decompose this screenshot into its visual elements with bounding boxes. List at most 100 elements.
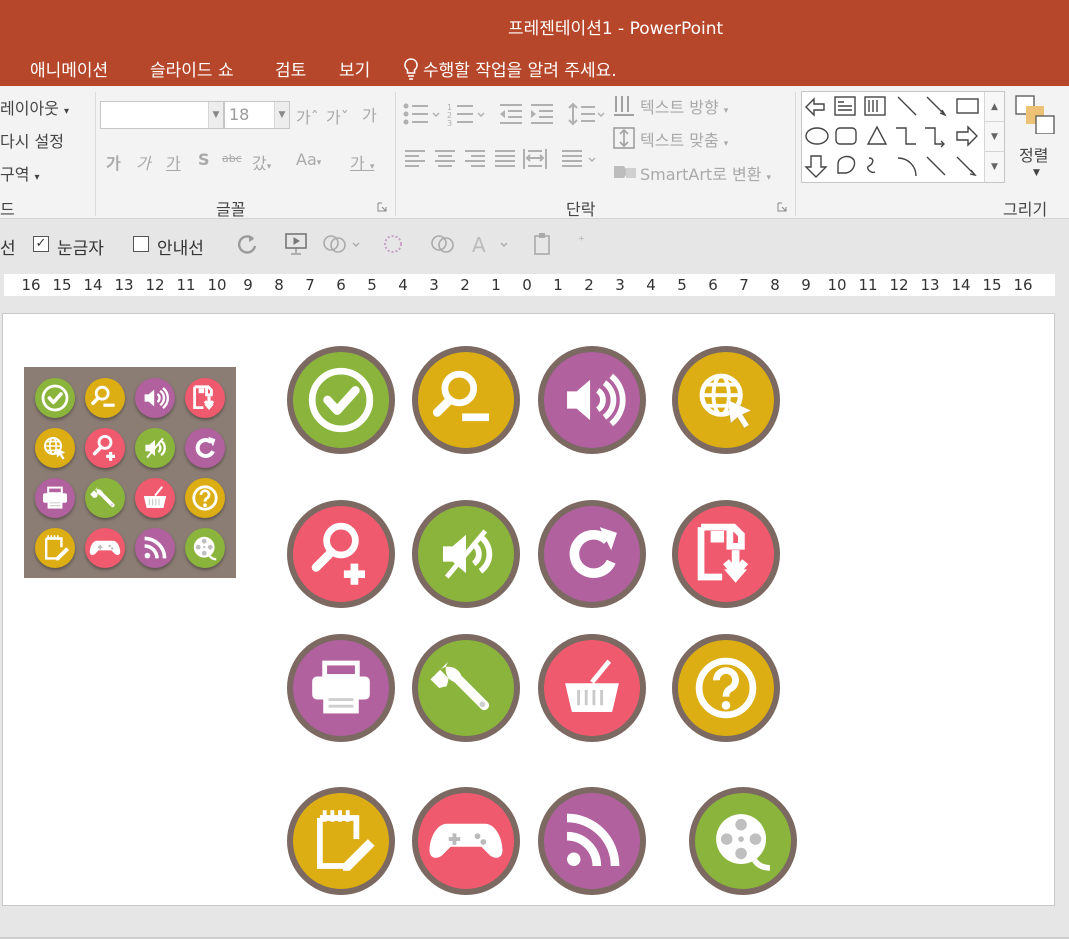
arrange-button[interactable]: 정렬 (1019, 142, 1048, 166)
italic-button[interactable]: 가 (136, 150, 151, 174)
notepad-icon-art (317, 810, 375, 871)
arrange-dropdown-icon[interactable]: ▼ (1033, 168, 1040, 178)
tell-me-box[interactable]: 수행할 작업을 알려 주세요. (403, 56, 617, 81)
gridlines-checkbox[interactable]: ✓ (33, 236, 49, 252)
text-direction-label: 텍스트 방향 (640, 98, 719, 117)
text-direction-button[interactable]: 텍스트 방향 ▾ (640, 94, 728, 118)
horizontal-ruler[interactable]: 16 15 14 13 12 11 10 9 8 7 6 5 4 3 2 1 0 1 2 3 4 5 6 7 8 9 10 11 12 1… (4, 274, 1055, 296)
ruler-tick-label: 15 (52, 276, 72, 294)
shape-effects-icon[interactable] (430, 232, 456, 256)
basket-icon[interactable] (538, 634, 646, 742)
slideshow-icon[interactable] (284, 232, 310, 256)
gamepad-icon[interactable] (412, 787, 520, 895)
basket-icon (135, 478, 175, 518)
align-center-icon[interactable] (434, 148, 456, 170)
volume-icon[interactable] (538, 346, 646, 454)
mute-icon[interactable] (412, 500, 520, 608)
dialog-launcher-icon[interactable] (377, 202, 387, 212)
ribbon: 레이아웃 ▾ 다시 설정 구역 ▾ 드 ▼ 18 ▼ 가ˆ 가ˇ 가 가 가 가… (0, 86, 1069, 219)
wrench-icon[interactable] (412, 634, 520, 742)
ruler-tick-label: 12 (889, 276, 909, 294)
mute-icon (135, 428, 175, 468)
lightbulb-icon (404, 58, 418, 80)
printer-icon[interactable] (287, 634, 395, 742)
save-download-icon[interactable] (672, 500, 780, 608)
justify-icon[interactable] (494, 148, 516, 170)
gallery-scrollbar[interactable]: ▲ ▼ ▼ (984, 92, 1004, 182)
icon-set-thumbnail[interactable] (24, 367, 236, 578)
tab-review[interactable]: 검토 (275, 56, 306, 81)
change-case-button[interactable]: Aa▾ (296, 150, 321, 169)
film-reel-icon-art (193, 536, 217, 561)
reset-button[interactable]: 다시 설정 (0, 128, 64, 152)
refresh-icon[interactable] (538, 500, 646, 608)
zoom-out-icon[interactable] (412, 346, 520, 454)
globe-cursor-icon[interactable] (672, 346, 780, 454)
save-download-icon-art (193, 385, 215, 410)
zoom-in-icon[interactable] (287, 500, 395, 608)
shape-fill-icon[interactable] (322, 232, 366, 256)
ruler-tick-label: 1 (491, 276, 501, 294)
tab-animations[interactable]: 애니메이션 (30, 56, 108, 81)
check-icon[interactable] (287, 346, 395, 454)
font-color-button[interactable]: 가 ▾ (350, 150, 374, 174)
shrink-font-button[interactable]: 가ˇ (326, 104, 349, 128)
volume-icon-art (567, 373, 626, 427)
columns-icon[interactable] (561, 148, 601, 170)
align-left-icon[interactable] (404, 148, 426, 170)
format-painter-icon[interactable] (532, 232, 554, 256)
group-divider (395, 92, 396, 216)
distribute-icon[interactable] (523, 148, 547, 170)
grow-font-button[interactable]: 가ˆ (296, 104, 319, 128)
rss-icon-art (144, 536, 167, 559)
line-spacing-icon[interactable] (568, 102, 606, 126)
customize-toolbar-icon[interactable]: ᐩ (578, 232, 585, 252)
notepad-icon (35, 528, 75, 568)
chevron-down-icon[interactable]: ▼ (985, 122, 1004, 152)
rss-icon[interactable] (538, 787, 646, 895)
more-shapes-icon[interactable]: ▼ (985, 152, 1004, 182)
notepad-icon[interactable] (287, 787, 395, 895)
clear-format-button[interactable]: 가 (362, 102, 377, 126)
shapes-gallery[interactable]: ▲ ▼ ▼ (801, 91, 1005, 183)
guides-checkbox[interactable] (133, 236, 149, 252)
zoom-in-icon (85, 428, 125, 468)
convert-smartart-button[interactable]: SmartArt로 변환 ▾ (640, 161, 771, 185)
chevron-down-icon[interactable]: ▼ (274, 102, 289, 128)
underline-button[interactable]: 가 (166, 150, 181, 174)
shape-thumbnails[interactable] (802, 92, 986, 182)
decrease-indent-icon[interactable] (498, 102, 524, 126)
ruler-tick-label: 10 (827, 276, 847, 294)
font-color-label: 가 (350, 154, 365, 173)
chevron-down-icon[interactable]: ▼ (208, 102, 223, 128)
notepad-icon-art (45, 535, 69, 561)
help-icon[interactable] (672, 634, 780, 742)
film-reel-icon[interactable] (689, 787, 797, 895)
smartart-label: SmartArt로 변환 (640, 165, 762, 184)
text-effects-icon[interactable]: A (470, 232, 514, 256)
align-text-button[interactable]: 텍스트 맞춤 ▾ (640, 127, 728, 151)
bullets-icon[interactable] (402, 102, 442, 126)
volume-icon-art (144, 387, 170, 409)
ruler-tick-label: 13 (920, 276, 940, 294)
char-spacing-button[interactable]: 갔▾ (252, 150, 271, 174)
section-button[interactable]: 구역 ▾ (0, 161, 40, 185)
align-right-icon[interactable] (464, 148, 486, 170)
strikethrough-button[interactable]: abc (222, 152, 242, 165)
shadow-button[interactable]: S (198, 150, 210, 169)
rss-icon-art (566, 813, 620, 867)
bold-button[interactable]: 가 (106, 150, 121, 174)
chevron-up-icon[interactable]: ▲ (985, 92, 1004, 122)
font-size-input[interactable]: 18 ▼ (224, 101, 290, 129)
numbering-icon[interactable]: 123 (447, 102, 487, 126)
layout-button[interactable]: 레이아웃 ▾ (0, 95, 69, 119)
tab-slideshow[interactable]: 슬라이드 쇼 (150, 56, 234, 81)
check-icon (35, 378, 75, 418)
dialog-launcher-icon[interactable] (777, 202, 787, 212)
film-reel-icon-art (716, 814, 770, 871)
tab-view[interactable]: 보기 (339, 56, 370, 81)
increase-indent-icon[interactable] (529, 102, 555, 126)
font-name-input[interactable]: ▼ (100, 101, 224, 129)
shape-outline-icon[interactable] (382, 232, 408, 256)
undo-icon[interactable] (236, 233, 258, 255)
